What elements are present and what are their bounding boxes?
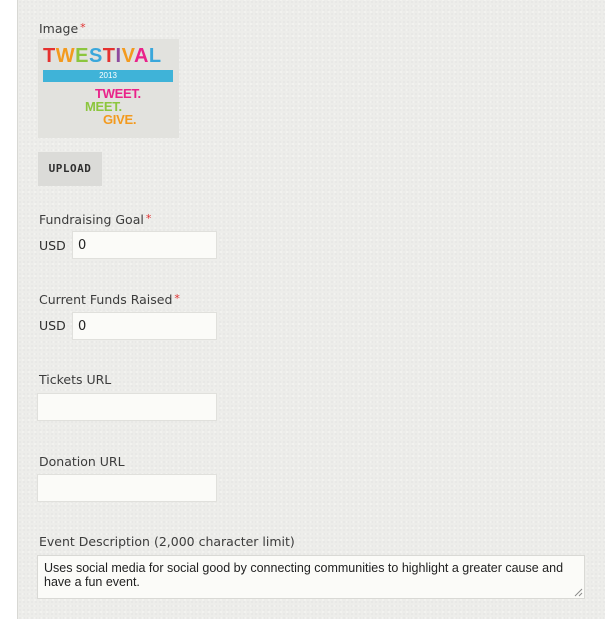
logo-year-bar: 2013 bbox=[43, 70, 173, 82]
logo-letter: W bbox=[55, 45, 76, 67]
twestival-logo-wordmark: TWESTIVAL bbox=[43, 46, 162, 66]
required-marker: * bbox=[174, 292, 180, 305]
current-funds-label-text: Current Funds Raised bbox=[39, 292, 173, 307]
current-funds-label: Current Funds Raised * bbox=[39, 292, 180, 307]
event-image-preview: TWESTIVAL 2013 TWEET. MEET. GIVE. bbox=[38, 39, 179, 138]
logo-letter: S bbox=[88, 45, 103, 67]
fundraising-goal-label: Fundraising Goal * bbox=[39, 212, 151, 227]
required-marker: * bbox=[145, 212, 152, 225]
event-description-textarea[interactable]: Uses social media for social good by con… bbox=[37, 555, 585, 599]
event-form-panel: Image * TWESTIVAL 2013 TWEET. MEET. GIVE.… bbox=[17, 0, 605, 619]
logo-letter: L bbox=[148, 45, 162, 67]
tickets-url-label: Tickets URL bbox=[39, 372, 112, 387]
logo-letter: T bbox=[43, 45, 56, 67]
resize-grip-icon[interactable] bbox=[574, 588, 583, 597]
fundraising-goal-input[interactable] bbox=[72, 231, 217, 259]
fundraising-goal-label-text: Fundraising Goal bbox=[39, 212, 144, 227]
upload-button[interactable]: UPLOAD bbox=[38, 152, 102, 186]
required-marker: * bbox=[80, 21, 86, 34]
image-label-text: Image bbox=[39, 21, 79, 36]
event-description-label: Event Description (2,000 character limit… bbox=[39, 534, 295, 549]
donation-url-input[interactable] bbox=[37, 474, 217, 502]
donation-url-label: Donation URL bbox=[39, 454, 125, 469]
fundraising-goal-currency: USD bbox=[39, 238, 66, 253]
logo-letter: V bbox=[121, 45, 134, 67]
logo-letter: E bbox=[75, 45, 89, 67]
image-label: Image * bbox=[39, 21, 86, 36]
logo-letter: T bbox=[102, 45, 116, 67]
current-funds-input[interactable] bbox=[72, 312, 217, 340]
current-funds-currency: USD bbox=[39, 318, 66, 333]
logo-tagline-give: GIVE. bbox=[103, 112, 137, 127]
tickets-url-input[interactable] bbox=[37, 393, 217, 421]
logo-letter: A bbox=[133, 45, 149, 67]
